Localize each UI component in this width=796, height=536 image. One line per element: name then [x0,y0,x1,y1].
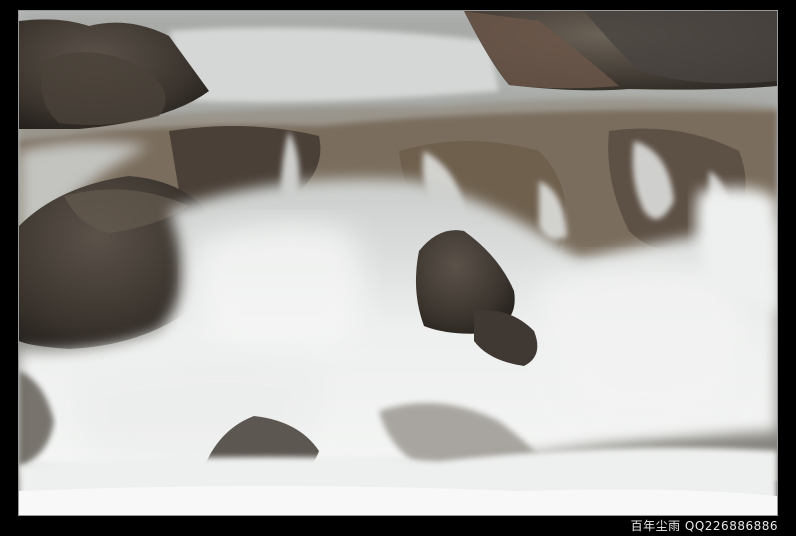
waterfall-photo [19,11,777,515]
photo-frame [18,10,778,516]
watermark-caption: 百年尘雨 QQ226886886 [630,519,778,533]
